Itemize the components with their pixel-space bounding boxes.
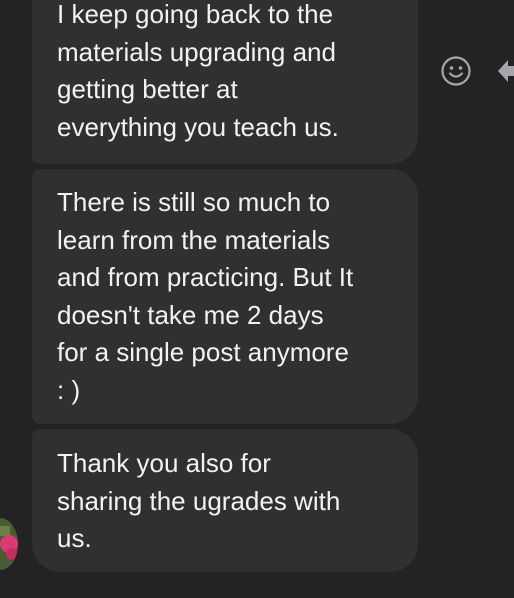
message-text: I keep going back to the materials upgra… xyxy=(57,0,339,142)
message-bubble[interactable]: Thank you also for sharing the ugrades w… xyxy=(32,429,418,572)
sender-avatar-image xyxy=(0,518,18,570)
back-arrow-icon[interactable] xyxy=(496,58,514,84)
avatar[interactable] xyxy=(0,518,18,570)
message-text: Thank you also for sharing the ugrades w… xyxy=(57,448,341,553)
message-bubble[interactable]: I keep going back to the materials upgra… xyxy=(32,0,418,164)
chat-thread: I keep going back to the materials upgra… xyxy=(0,0,514,598)
message-text: There is still so much to learn from the… xyxy=(57,187,354,405)
smiley-face-icon[interactable] xyxy=(440,55,472,87)
message-bubble[interactable]: There is still so much to learn from the… xyxy=(32,169,418,424)
